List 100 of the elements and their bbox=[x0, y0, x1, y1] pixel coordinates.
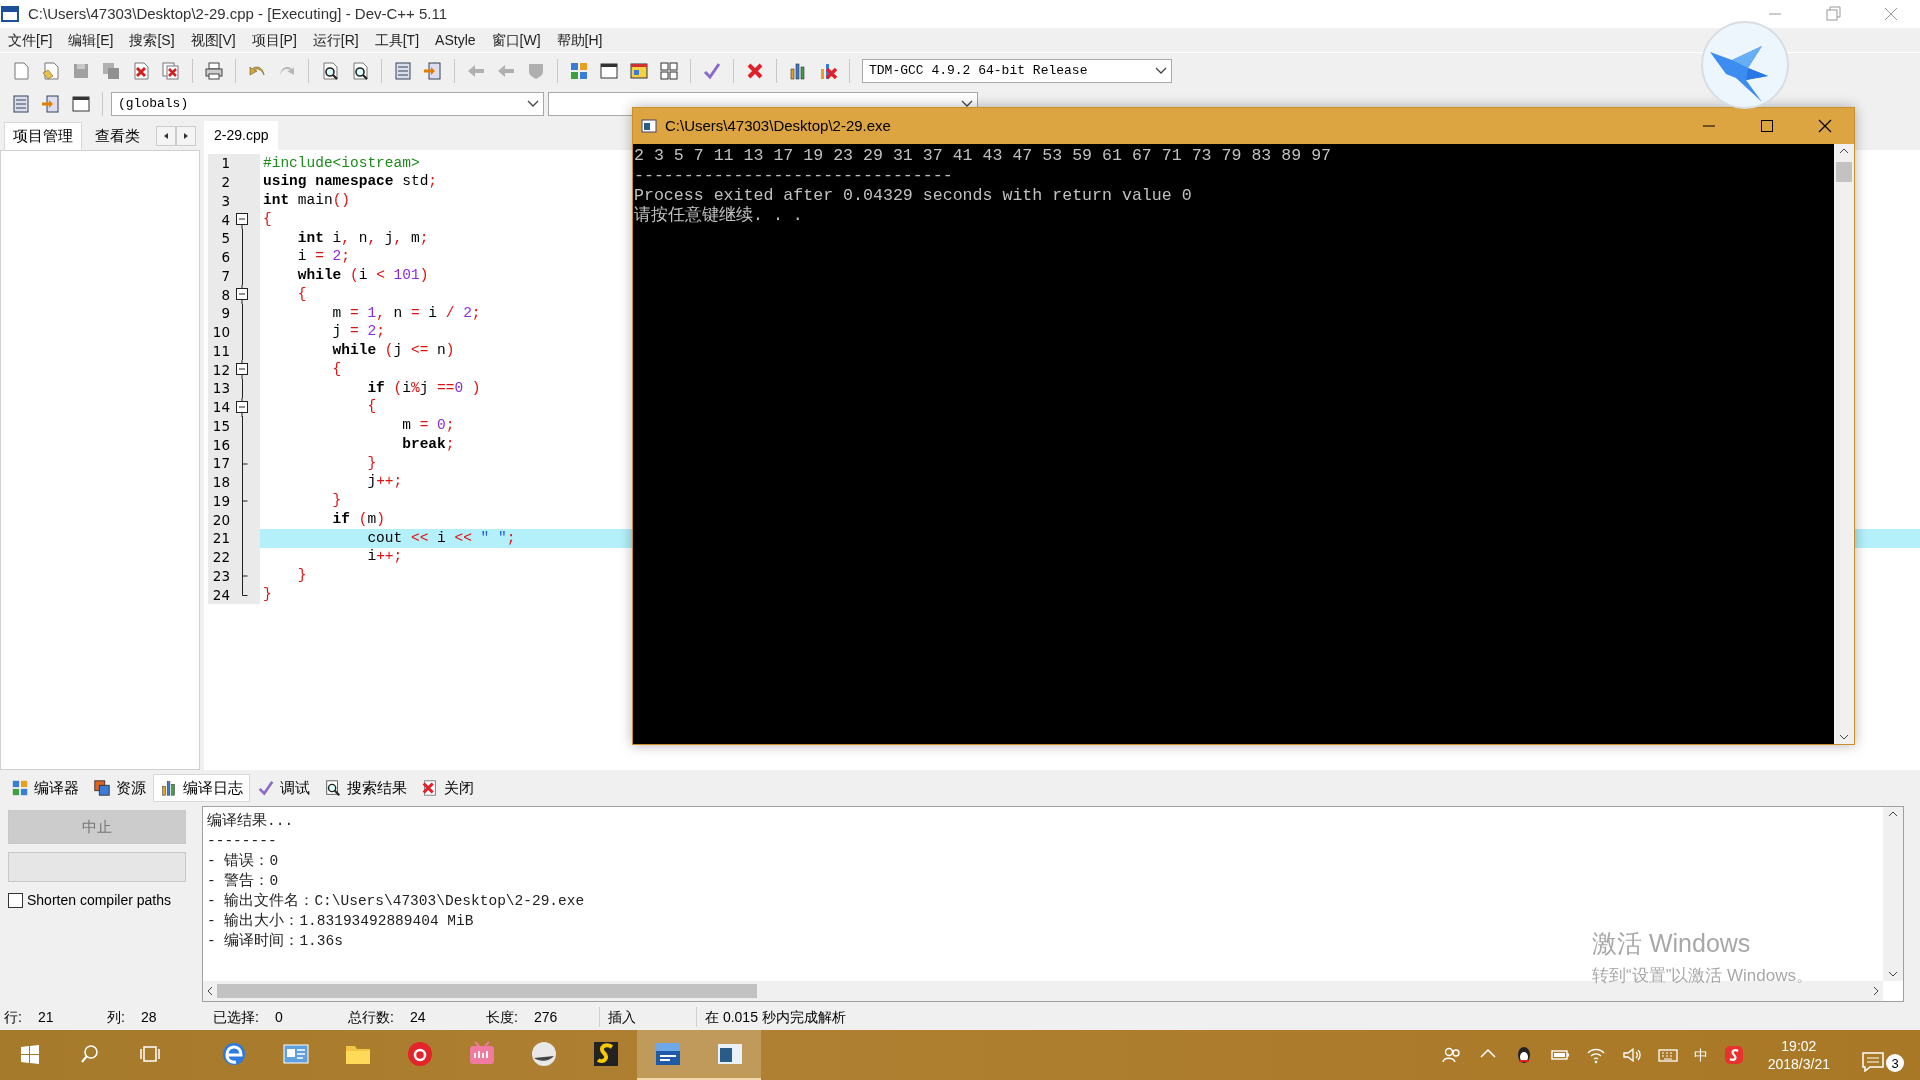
line-number: 22 bbox=[211, 548, 230, 567]
code-line: { bbox=[296, 284, 307, 304]
magnifier-icon[interactable] bbox=[350, 60, 370, 81]
menu-item[interactable]: 窗口[W] bbox=[483, 29, 549, 51]
line-number: 6 bbox=[220, 248, 230, 267]
ball-icon[interactable] bbox=[530, 1040, 558, 1068]
line-number: 13 bbox=[211, 379, 230, 399]
console-line: Process exited after 0.04329 seconds with return value 0 bbox=[634, 186, 1193, 206]
panel-icon[interactable] bbox=[11, 94, 31, 114]
menu-item[interactable]: 项目[P] bbox=[243, 29, 305, 51]
maximize-icon[interactable] bbox=[1759, 118, 1775, 134]
fold-box-icon[interactable] bbox=[235, 210, 249, 230]
log-line: -------- bbox=[207, 832, 277, 851]
fold-box-icon[interactable] bbox=[235, 397, 249, 417]
ide-icon[interactable] bbox=[654, 1040, 682, 1068]
status-message: 在 0.015 秒内完成解析 bbox=[704, 1007, 846, 1027]
browser-icon[interactable] bbox=[220, 1040, 248, 1068]
menu-item[interactable]: 编辑[E] bbox=[60, 29, 122, 51]
notification-icon[interactable] bbox=[1862, 1052, 1884, 1072]
bird-icon[interactable] bbox=[1700, 20, 1790, 110]
code-line: } bbox=[296, 566, 307, 585]
volume-icon[interactable] bbox=[1621, 1045, 1642, 1065]
code-line: m = 0; bbox=[401, 416, 455, 435]
console-line: 请按任意键继续. . . bbox=[634, 206, 804, 226]
grid-icon bbox=[11, 778, 29, 797]
search-icon[interactable] bbox=[79, 1043, 101, 1065]
window-icon[interactable] bbox=[599, 60, 619, 81]
disks-icon[interactable] bbox=[101, 60, 121, 81]
menu-item[interactable]: 视图[V] bbox=[182, 29, 244, 51]
close-icon[interactable] bbox=[1817, 118, 1833, 134]
window-icon[interactable] bbox=[71, 94, 91, 114]
log-line: - 编译时间：1.36s bbox=[207, 931, 343, 951]
input-logo-icon[interactable] bbox=[1723, 1045, 1744, 1065]
scroll-down-icon[interactable] bbox=[1888, 971, 1898, 977]
page-icon[interactable] bbox=[41, 60, 61, 81]
windows-logo-icon[interactable] bbox=[19, 1043, 41, 1065]
menu-item[interactable]: 文件[F] bbox=[0, 29, 61, 51]
scope-select[interactable]: (globals) bbox=[111, 92, 544, 116]
code-line: break; bbox=[401, 434, 455, 454]
magnifier-icon[interactable] bbox=[320, 60, 340, 81]
fold-box-icon[interactable] bbox=[235, 285, 249, 305]
people-icon[interactable] bbox=[1441, 1045, 1462, 1065]
line-number: 4 bbox=[220, 210, 230, 230]
clock-time[interactable]: 19:02 bbox=[1781, 1037, 1817, 1055]
code-line: #include<iostream> bbox=[262, 153, 420, 173]
panel-tab[interactable]: 项目管理 bbox=[4, 121, 82, 150]
squares-icon bbox=[93, 778, 111, 797]
scrollbar-thumb[interactable] bbox=[1836, 162, 1852, 182]
code-line: using namespace std; bbox=[262, 172, 438, 192]
grid-icon[interactable] bbox=[659, 60, 679, 81]
grid-icon[interactable] bbox=[569, 60, 589, 81]
check-icon bbox=[257, 778, 275, 797]
scroll-up-icon[interactable] bbox=[1839, 148, 1849, 154]
menu-item[interactable]: AStyle bbox=[427, 29, 484, 51]
pages-cross-icon[interactable] bbox=[161, 60, 181, 81]
status-label: 已选择: bbox=[213, 1007, 259, 1027]
music-icon[interactable] bbox=[406, 1040, 434, 1068]
scroll-up-icon[interactable] bbox=[1888, 811, 1898, 817]
scope-name: (globals) bbox=[118, 95, 189, 114]
task-view-icon[interactable] bbox=[139, 1043, 161, 1065]
status-label: 总行数: bbox=[348, 1007, 394, 1027]
console-window-icon bbox=[641, 119, 657, 133]
page-icon[interactable] bbox=[11, 60, 31, 81]
compiler-select[interactable]: TDM-GCC 4.9.2 64-bit Release bbox=[862, 58, 1172, 83]
s-curve-icon[interactable] bbox=[592, 1040, 620, 1068]
menu-item[interactable]: 帮助[H] bbox=[548, 29, 611, 51]
file-tab[interactable]: 2-29.cpp bbox=[204, 121, 279, 150]
scrollbar-thumb[interactable] bbox=[217, 984, 757, 998]
fold-box-icon[interactable] bbox=[235, 360, 249, 380]
checkbox[interactable] bbox=[8, 893, 23, 908]
code-line: int i, n, j, m; bbox=[296, 228, 429, 248]
status-value: 276 bbox=[533, 1007, 558, 1027]
activation-text: 转到“设置”以激活 Windows。 bbox=[1592, 964, 1813, 987]
code-line: } bbox=[331, 491, 342, 510]
status-label: 列: bbox=[107, 1007, 125, 1027]
code-line: int main() bbox=[262, 191, 351, 210]
checkbox-label: Shorten compiler paths bbox=[27, 891, 171, 910]
bar-chart-icon[interactable] bbox=[788, 60, 808, 81]
panel-arrow-icon[interactable] bbox=[41, 94, 61, 114]
page-cross-icon[interactable] bbox=[131, 60, 151, 81]
scroll-right-icon[interactable] bbox=[1873, 986, 1879, 996]
menu-item[interactable]: 运行[R] bbox=[304, 29, 367, 51]
restore-icon[interactable] bbox=[1825, 6, 1841, 22]
clock-date[interactable]: 2018/3/21 bbox=[1767, 1055, 1830, 1073]
scroll-down-icon[interactable] bbox=[1839, 734, 1849, 740]
input-method[interactable]: 中 bbox=[1693, 1044, 1708, 1066]
scroll-left-icon[interactable] bbox=[207, 986, 213, 996]
line-number: 17 bbox=[211, 454, 230, 474]
console-title: C:\Users\47303\Desktop\2-29.exe bbox=[665, 115, 891, 136]
line-number: 19 bbox=[211, 491, 230, 511]
panel-tab[interactable]: 编译日志 bbox=[153, 773, 250, 802]
status-value: 21 bbox=[37, 1007, 54, 1027]
magnifier-icon bbox=[324, 778, 342, 797]
panel-arrow-icon[interactable] bbox=[423, 60, 443, 81]
code-line: while (j <= n) bbox=[331, 341, 455, 360]
printer-icon[interactable] bbox=[204, 60, 224, 81]
menu-item[interactable]: 工具[T] bbox=[366, 29, 428, 51]
menu-item[interactable]: 搜索[S] bbox=[121, 29, 183, 51]
line-number: 14 bbox=[211, 398, 230, 417]
panel-icon[interactable] bbox=[393, 60, 413, 81]
